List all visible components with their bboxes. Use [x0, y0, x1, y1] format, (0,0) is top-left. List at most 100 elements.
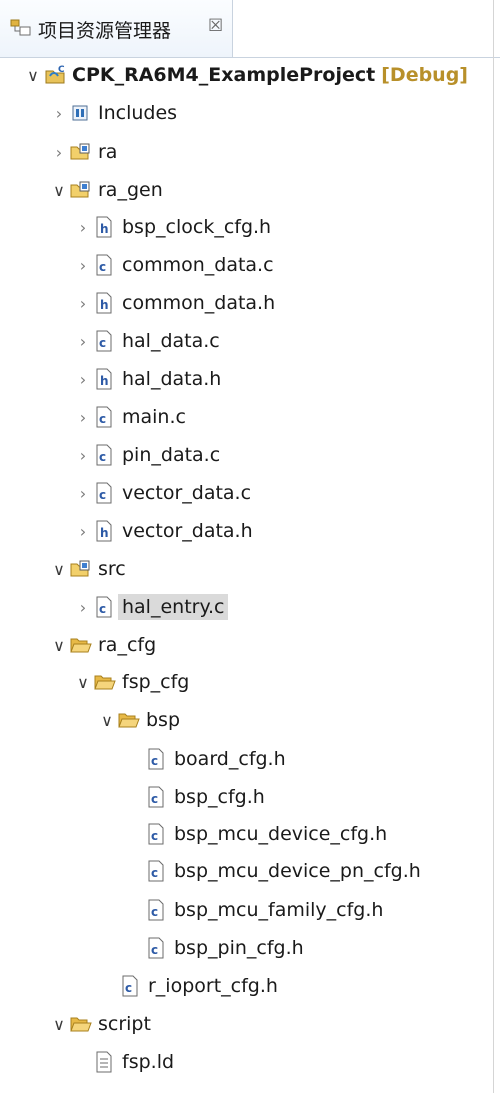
tree-row[interactable]: c r_ioport_cfg.h	[98, 967, 278, 1005]
tree-item-label: hal_data.h	[122, 368, 222, 390]
tree-item-label: bsp_mcu_family_cfg.h	[174, 899, 384, 921]
svg-text:c: c	[99, 602, 106, 616]
tree-item-label: pin_data.c	[122, 444, 221, 466]
tree-row[interactable]: › c hal_entry.c	[72, 588, 229, 626]
collapse-chevron-icon[interactable]: ›	[72, 370, 94, 389]
collapse-chevron-icon[interactable]: ›	[72, 332, 94, 351]
svg-text:c: c	[99, 488, 106, 502]
expand-chevron-icon[interactable]: ∨	[48, 1015, 70, 1034]
svg-text:c: c	[99, 336, 106, 350]
tree-item-label: board_cfg.h	[174, 748, 286, 770]
expand-chevron-icon[interactable]: ∨	[72, 673, 94, 692]
tree-row[interactable]: › h bsp_clock_cfg.h	[72, 208, 271, 246]
tree-item-label: src	[98, 558, 126, 580]
tree-row[interactable]: › c vector_data.c	[72, 474, 251, 512]
source-folder-icon	[70, 139, 98, 165]
header-file-icon: h	[94, 290, 122, 316]
collapse-chevron-icon[interactable]: ›	[72, 522, 94, 541]
header-file-icon: h	[94, 518, 122, 544]
tree-row[interactable]: ∨ ra_gen	[48, 171, 163, 209]
svg-text:h: h	[100, 374, 109, 388]
tree-item-label: bsp_cfg.h	[174, 786, 265, 808]
expand-chevron-icon[interactable]: ∨	[22, 66, 44, 85]
tree-row[interactable]: › h vector_data.h	[72, 512, 253, 550]
tree-row[interactable]: › c hal_data.c	[72, 322, 220, 360]
tree-item-label: Includes	[98, 102, 178, 124]
tree-item-label: fsp.ld	[122, 1051, 175, 1073]
c-file-icon: c	[146, 897, 174, 923]
tree-row[interactable]: › c main.c	[72, 398, 186, 436]
expand-chevron-icon[interactable]: ∨	[48, 181, 70, 200]
tree-item-label: bsp_clock_cfg.h	[122, 216, 272, 238]
tree-row[interactable]: › h common_data.h	[72, 284, 275, 322]
tree-item-label: bsp_pin_cfg.h	[174, 937, 304, 959]
tree-item-label: ra_gen	[98, 179, 163, 201]
collapse-chevron-icon[interactable]: ›	[72, 598, 94, 617]
c-file-icon: c	[94, 404, 122, 430]
tree-item-label: ra_cfg	[98, 634, 157, 656]
tree-row[interactable]: ∨ fsp_cfg	[72, 663, 189, 701]
svg-text:c: c	[151, 943, 158, 957]
tree-item-label: bsp_mcu_device_cfg.h	[174, 823, 388, 845]
collapse-chevron-icon[interactable]: ›	[72, 446, 94, 465]
tree-item-label: common_data.h	[122, 292, 276, 314]
collapse-chevron-icon[interactable]: ›	[72, 218, 94, 237]
c-file-icon: c	[120, 973, 148, 999]
tree-row[interactable]: c board_cfg.h	[124, 740, 286, 778]
collapse-chevron-icon[interactable]: ›	[72, 256, 94, 275]
tree-item-label: bsp_mcu_device_pn_cfg.h	[174, 860, 421, 882]
collapse-chevron-icon[interactable]: ›	[72, 484, 94, 503]
tree-item-label: vector_data.c	[122, 482, 252, 504]
source-folder-icon	[70, 556, 98, 582]
tree-item-label: script	[98, 1013, 151, 1035]
tree-row[interactable]: c bsp_mcu_family_cfg.h	[124, 891, 383, 929]
project-explorer-icon	[10, 18, 32, 42]
expand-chevron-icon[interactable]: ∨	[48, 636, 70, 655]
svg-text:c: c	[151, 905, 158, 919]
expand-chevron-icon[interactable]: ∨	[96, 711, 118, 730]
source-folder-icon	[70, 177, 98, 203]
project-icon: C	[44, 62, 72, 88]
svg-text:c: c	[99, 450, 106, 464]
tree-row[interactable]: c bsp_pin_cfg.h	[124, 929, 304, 967]
tree-row[interactable]: › c pin_data.c	[72, 436, 220, 474]
tree-row[interactable]: fsp.ld	[72, 1043, 174, 1081]
c-file-icon: c	[94, 442, 122, 468]
tree-item-label: hal_entry.c	[118, 594, 229, 620]
tree-row[interactable]: › h hal_data.h	[72, 360, 222, 398]
tree-item-label: hal_data.c	[122, 330, 220, 352]
tree-row[interactable]: c bsp_cfg.h	[124, 778, 265, 816]
tree-row[interactable]: ∨ C CPK_RA6M4_ExampleProject [Debug]	[22, 56, 468, 94]
tree-row[interactable]: c bsp_mcu_device_pn_cfg.h	[124, 852, 421, 890]
tree-item-label: vector_data.h	[122, 520, 253, 542]
tree-row[interactable]: ∨ script	[48, 1005, 151, 1043]
close-view-icon[interactable]: ☒	[208, 16, 223, 36]
tree-row[interactable]: ∨ bsp	[96, 701, 180, 739]
text-file-icon	[94, 1049, 122, 1075]
expand-chevron-icon[interactable]: ∨	[48, 560, 70, 579]
svg-text:c: c	[151, 792, 158, 806]
collapse-chevron-icon[interactable]: ›	[48, 104, 70, 123]
tree-row[interactable]: › Includes	[48, 94, 177, 132]
svg-text:h: h	[100, 298, 109, 312]
tree-item-label: fsp_cfg	[122, 671, 190, 693]
tree-item-label: ra	[98, 141, 118, 163]
tree-row[interactable]: › c common_data.c	[72, 246, 274, 284]
collapse-chevron-icon[interactable]: ›	[48, 143, 70, 162]
view-title: 项目资源管理器	[38, 20, 172, 42]
folder-open-icon	[118, 707, 146, 733]
svg-text:c: c	[125, 981, 132, 995]
c-file-icon: c	[94, 480, 122, 506]
tree-row[interactable]: ∨ src	[48, 550, 126, 588]
collapse-chevron-icon[interactable]: ›	[72, 408, 94, 427]
tree-row[interactable]: › ra	[48, 133, 118, 171]
svg-text:c: c	[99, 412, 106, 426]
folder-open-icon	[70, 632, 98, 658]
collapse-chevron-icon[interactable]: ›	[72, 294, 94, 313]
tree-row[interactable]: c bsp_mcu_device_cfg.h	[124, 815, 387, 853]
tree-row[interactable]: ∨ ra_cfg	[48, 626, 156, 664]
svg-text:h: h	[100, 526, 109, 540]
header-file-icon: h	[94, 366, 122, 392]
c-file-icon: c	[94, 328, 122, 354]
svg-text:c: c	[151, 829, 158, 843]
